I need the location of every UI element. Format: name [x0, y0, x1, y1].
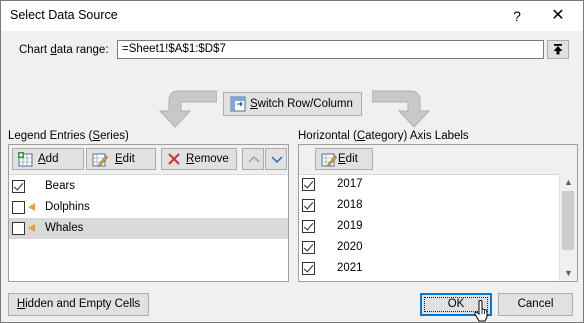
curved-arrow-right-icon [372, 90, 431, 128]
axis-label-text: 2019 [337, 220, 363, 232]
scroll-up-icon[interactable]: ▲ [564, 177, 573, 187]
axis-label-checkbox[interactable] [302, 241, 315, 254]
series-checkbox[interactable] [12, 222, 25, 235]
add-series-icon [18, 152, 33, 167]
edit-axis-labels-button[interactable]: Edit [315, 148, 373, 170]
close-button[interactable]: ✕ [547, 6, 569, 26]
series-row-whales[interactable]: Whales [9, 218, 288, 239]
dialog-title: Select Data Source [10, 8, 118, 22]
legend-toolbar: Add Edit Remove [9, 145, 288, 175]
scroll-down-icon[interactable]: ▼ [564, 268, 573, 278]
hidden-empty-cells-button[interactable]: Hidden and Empty Cells [8, 293, 149, 316]
edit-axis-labels-label: Edit [338, 153, 358, 165]
legend-entries-panel: Add Edit Remove Bears Dolphins Whales [8, 144, 289, 282]
add-series-label: Add [38, 153, 59, 165]
series-row-bears[interactable]: Bears [9, 176, 288, 197]
switch-row-column-label: Switch Row/Column [250, 98, 353, 110]
axis-label-checkbox[interactable] [302, 262, 315, 275]
axis-label-row[interactable]: 2019 [299, 216, 559, 237]
chevron-down-icon [271, 156, 283, 164]
axis-labels-panel: Edit 2017 2018 2019 2020 2021 ▲ ▼ [298, 144, 578, 282]
edit-series-icon [92, 153, 108, 167]
axis-label-row[interactable]: 2017 [299, 174, 559, 195]
series-label: Dolphins [45, 201, 90, 213]
move-down-button[interactable] [265, 148, 287, 170]
series-checkbox[interactable] [12, 180, 25, 193]
edit-series-button[interactable]: Edit [86, 148, 156, 170]
series-flag-icon [28, 224, 35, 232]
series-label: Bears [45, 180, 76, 192]
series-flag-icon [28, 203, 35, 211]
axis-label-text: 2020 [337, 241, 363, 253]
edit-axis-icon [321, 153, 337, 167]
curved-arrow-left-icon [158, 90, 217, 128]
axis-label-row[interactable]: 2020 [299, 237, 559, 258]
axis-label-checkbox[interactable] [302, 178, 315, 191]
series-row-dolphins[interactable]: Dolphins [9, 197, 288, 218]
switch-row-column-icon [230, 96, 246, 112]
edit-series-label: Edit [115, 153, 135, 165]
remove-x-icon [168, 153, 180, 165]
remove-series-button[interactable]: Remove [161, 148, 237, 170]
help-button[interactable]: ? [507, 6, 527, 26]
chart-data-range-label: Chart data range: [19, 44, 109, 56]
collapse-icon [553, 44, 563, 55]
axis-label-text: 2021 [337, 262, 363, 274]
axis-toolbar: Edit [299, 145, 577, 175]
switch-row-column-button[interactable]: Switch Row/Column [223, 92, 362, 116]
select-data-source-dialog: Select Data Source ? ✕ Chart data range:… [0, 0, 584, 323]
axis-labels-scrollbar[interactable]: ▲ ▼ [559, 174, 577, 281]
chart-data-range-input[interactable]: =Sheet1!$A$1:$D$7 [117, 40, 544, 59]
axis-label-text: 2018 [337, 199, 363, 211]
axis-label-checkbox[interactable] [302, 199, 315, 212]
title-bar: Select Data Source ? ✕ [1, 1, 583, 31]
legend-entries-title: Legend Entries (Series) [8, 130, 129, 142]
axis-label-text: 2017 [337, 178, 363, 190]
move-up-button[interactable] [242, 148, 264, 170]
collapse-dialog-button[interactable] [547, 40, 569, 59]
scrollbar-thumb[interactable] [562, 191, 574, 250]
chevron-up-icon [248, 155, 260, 163]
axis-label-row[interactable]: 2021 [299, 258, 559, 279]
axis-labels-title: Horizontal (Category) Axis Labels [298, 130, 469, 142]
mouse-pointer-icon [474, 300, 488, 322]
axis-label-row[interactable]: 2018 [299, 195, 559, 216]
axis-label-checkbox[interactable] [302, 220, 315, 233]
add-series-button[interactable]: Add [12, 148, 84, 170]
cancel-button[interactable]: Cancel [498, 293, 573, 316]
remove-series-label: Remove [186, 153, 229, 165]
series-checkbox[interactable] [12, 201, 25, 214]
series-label: Whales [45, 222, 84, 234]
